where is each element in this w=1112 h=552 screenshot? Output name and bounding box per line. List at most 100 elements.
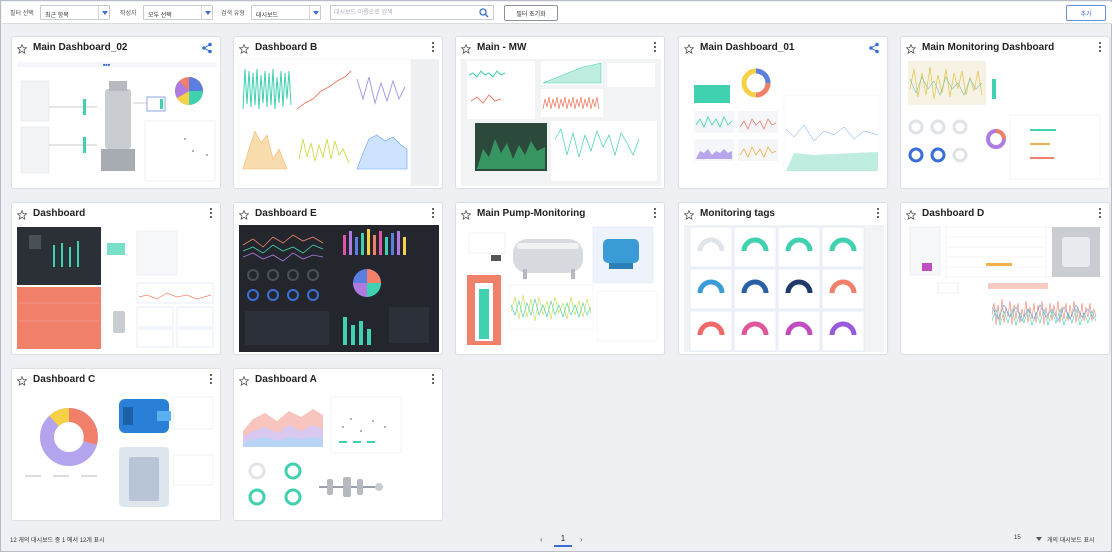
card-title[interactable]: Dashboard D: [922, 208, 984, 219]
kebab-menu-icon[interactable]: [1098, 208, 1102, 219]
chevron-down-icon: [201, 6, 212, 19]
card-title[interactable]: Main Dashboard_01: [700, 42, 794, 53]
kebab-menu-icon[interactable]: [876, 208, 880, 219]
card-title[interactable]: Dashboard C: [33, 374, 95, 385]
author-select-value: 모두 선택: [148, 13, 172, 19]
dashboard-card[interactable]: Main - MW: [455, 36, 665, 189]
filter-select-value: 최근 항목: [45, 13, 69, 19]
dashboard-card[interactable]: Main Dashboard_02 ■■■: [11, 36, 221, 189]
search-icon[interactable]: [479, 8, 489, 18]
result-summary: 12 개의 대시보드 중 1 에서 12개 표시: [10, 538, 105, 544]
dashboard-preview[interactable]: [906, 59, 1106, 186]
dashboard-preview[interactable]: [239, 391, 439, 518]
filter-toolbar: 필터 선택 최근 항목 작성자 모두 선택 검색 유형 대시보드 필터 초기화 …: [2, 2, 1112, 24]
add-dashboard-button[interactable]: 추가: [1066, 5, 1106, 21]
page-next-button[interactable]: ›: [580, 535, 583, 544]
card-title[interactable]: Dashboard A: [255, 374, 317, 385]
dashboard-card[interactable]: Dashboard B: [233, 36, 443, 189]
dashboard-preview[interactable]: [461, 225, 661, 352]
card-title[interactable]: Dashboard: [33, 208, 85, 219]
share-icon[interactable]: [868, 42, 880, 54]
reset-filter-button[interactable]: 필터 초기화: [504, 5, 558, 21]
star-icon[interactable]: [17, 210, 27, 220]
star-icon[interactable]: [906, 210, 916, 220]
dashboard-preview[interactable]: ■■■: [17, 59, 217, 186]
dashboard-card[interactable]: Dashboard E: [233, 202, 443, 355]
dashboard-preview[interactable]: [239, 225, 439, 352]
dashboard-card[interactable]: Dashboard: [11, 202, 221, 355]
card-title[interactable]: Monitoring tags: [700, 208, 775, 219]
chevron-down-icon[interactable]: [1036, 537, 1042, 541]
search-type-select-value: 대시보드: [256, 13, 279, 19]
dashboard-card[interactable]: Main Monitoring Dashboard: [900, 36, 1110, 189]
star-icon[interactable]: [17, 376, 27, 386]
card-title[interactable]: Main Pump-Monitoring: [477, 208, 585, 219]
dashboard-preview[interactable]: [684, 225, 884, 352]
preview-graphic: [239, 59, 412, 186]
card-title[interactable]: Dashboard E: [255, 208, 317, 219]
page-size-select[interactable]: 15: [1014, 535, 1021, 541]
kebab-menu-icon[interactable]: [209, 208, 213, 219]
preview-graphic: [239, 391, 439, 518]
dashboard-card[interactable]: Dashboard A: [233, 368, 443, 521]
page-prev-button[interactable]: ‹: [540, 535, 543, 544]
list-footer: 12 개의 대시보드 중 1 에서 12개 표시 ‹ 1 › 15 개의 대시보…: [2, 527, 1112, 552]
kebab-menu-icon[interactable]: [1098, 42, 1102, 53]
page-size-label: 개의 대시보드 표시: [1047, 538, 1095, 544]
kebab-menu-icon[interactable]: [431, 374, 435, 385]
dashboard-preview[interactable]: [461, 59, 661, 186]
dashboard-card[interactable]: Dashboard D: [900, 202, 1110, 355]
card-title[interactable]: Main Monitoring Dashboard: [922, 42, 1054, 53]
chevron-down-icon: [309, 6, 320, 19]
dashboard-preview[interactable]: [906, 225, 1106, 352]
preview-graphic: [906, 59, 1106, 186]
filter-select[interactable]: 최근 항목: [40, 5, 110, 20]
share-icon[interactable]: [201, 42, 213, 54]
dashboard-preview[interactable]: [17, 391, 217, 518]
chevron-down-icon: [98, 6, 109, 19]
preview-graphic: [684, 59, 884, 186]
kebab-menu-icon[interactable]: [209, 374, 213, 385]
dashboard-card[interactable]: Dashboard C: [11, 368, 221, 521]
dashboard-card[interactable]: Main Pump-Monitoring: [455, 202, 665, 355]
card-title[interactable]: Main Dashboard_02: [33, 42, 127, 53]
star-icon[interactable]: [239, 210, 249, 220]
star-icon[interactable]: [239, 44, 249, 54]
filter-label: 필터 선택: [10, 11, 34, 17]
search-box: [330, 5, 494, 20]
kebab-menu-icon[interactable]: [653, 42, 657, 53]
author-label: 작성자: [120, 11, 137, 17]
dashboard-preview[interactable]: [17, 225, 217, 352]
dashboard-card[interactable]: Monitoring tags: [678, 202, 888, 355]
search-input[interactable]: [334, 7, 474, 18]
search-type-label: 검색 유형: [221, 11, 245, 17]
dashboard-preview[interactable]: [239, 59, 439, 186]
dashboard-preview[interactable]: [684, 59, 884, 186]
svg-text:■■■: ■■■: [103, 62, 111, 67]
kebab-menu-icon[interactable]: [431, 42, 435, 53]
kebab-menu-icon[interactable]: [431, 208, 435, 219]
preview-graphic: [461, 59, 661, 186]
preview-graphic: [17, 391, 217, 518]
preview-graphic: ■■■: [17, 59, 217, 186]
star-icon[interactable]: [461, 44, 471, 54]
star-icon[interactable]: [906, 44, 916, 54]
star-icon[interactable]: [239, 376, 249, 386]
search-type-select[interactable]: 대시보드: [251, 5, 321, 20]
card-title[interactable]: Main - MW: [477, 42, 526, 53]
preview-graphic: [17, 225, 217, 352]
star-icon[interactable]: [461, 210, 471, 220]
preview-graphic: [906, 225, 1106, 352]
star-icon[interactable]: [684, 210, 694, 220]
star-icon[interactable]: [684, 44, 694, 54]
card-title[interactable]: Dashboard B: [255, 42, 317, 53]
pagination: ‹ 1 ›: [540, 532, 590, 548]
kebab-menu-icon[interactable]: [653, 208, 657, 219]
dashboard-card[interactable]: Main Dashboard_01: [678, 36, 888, 189]
star-icon[interactable]: [17, 44, 27, 54]
author-select[interactable]: 모두 선택: [143, 5, 213, 20]
preview-graphic: [461, 225, 661, 352]
dashboard-list-page: 필터 선택 최근 항목 작성자 모두 선택 검색 유형 대시보드 필터 초기화 …: [0, 0, 1112, 552]
preview-graphic: [684, 225, 884, 352]
page-number-current[interactable]: 1: [554, 532, 572, 547]
